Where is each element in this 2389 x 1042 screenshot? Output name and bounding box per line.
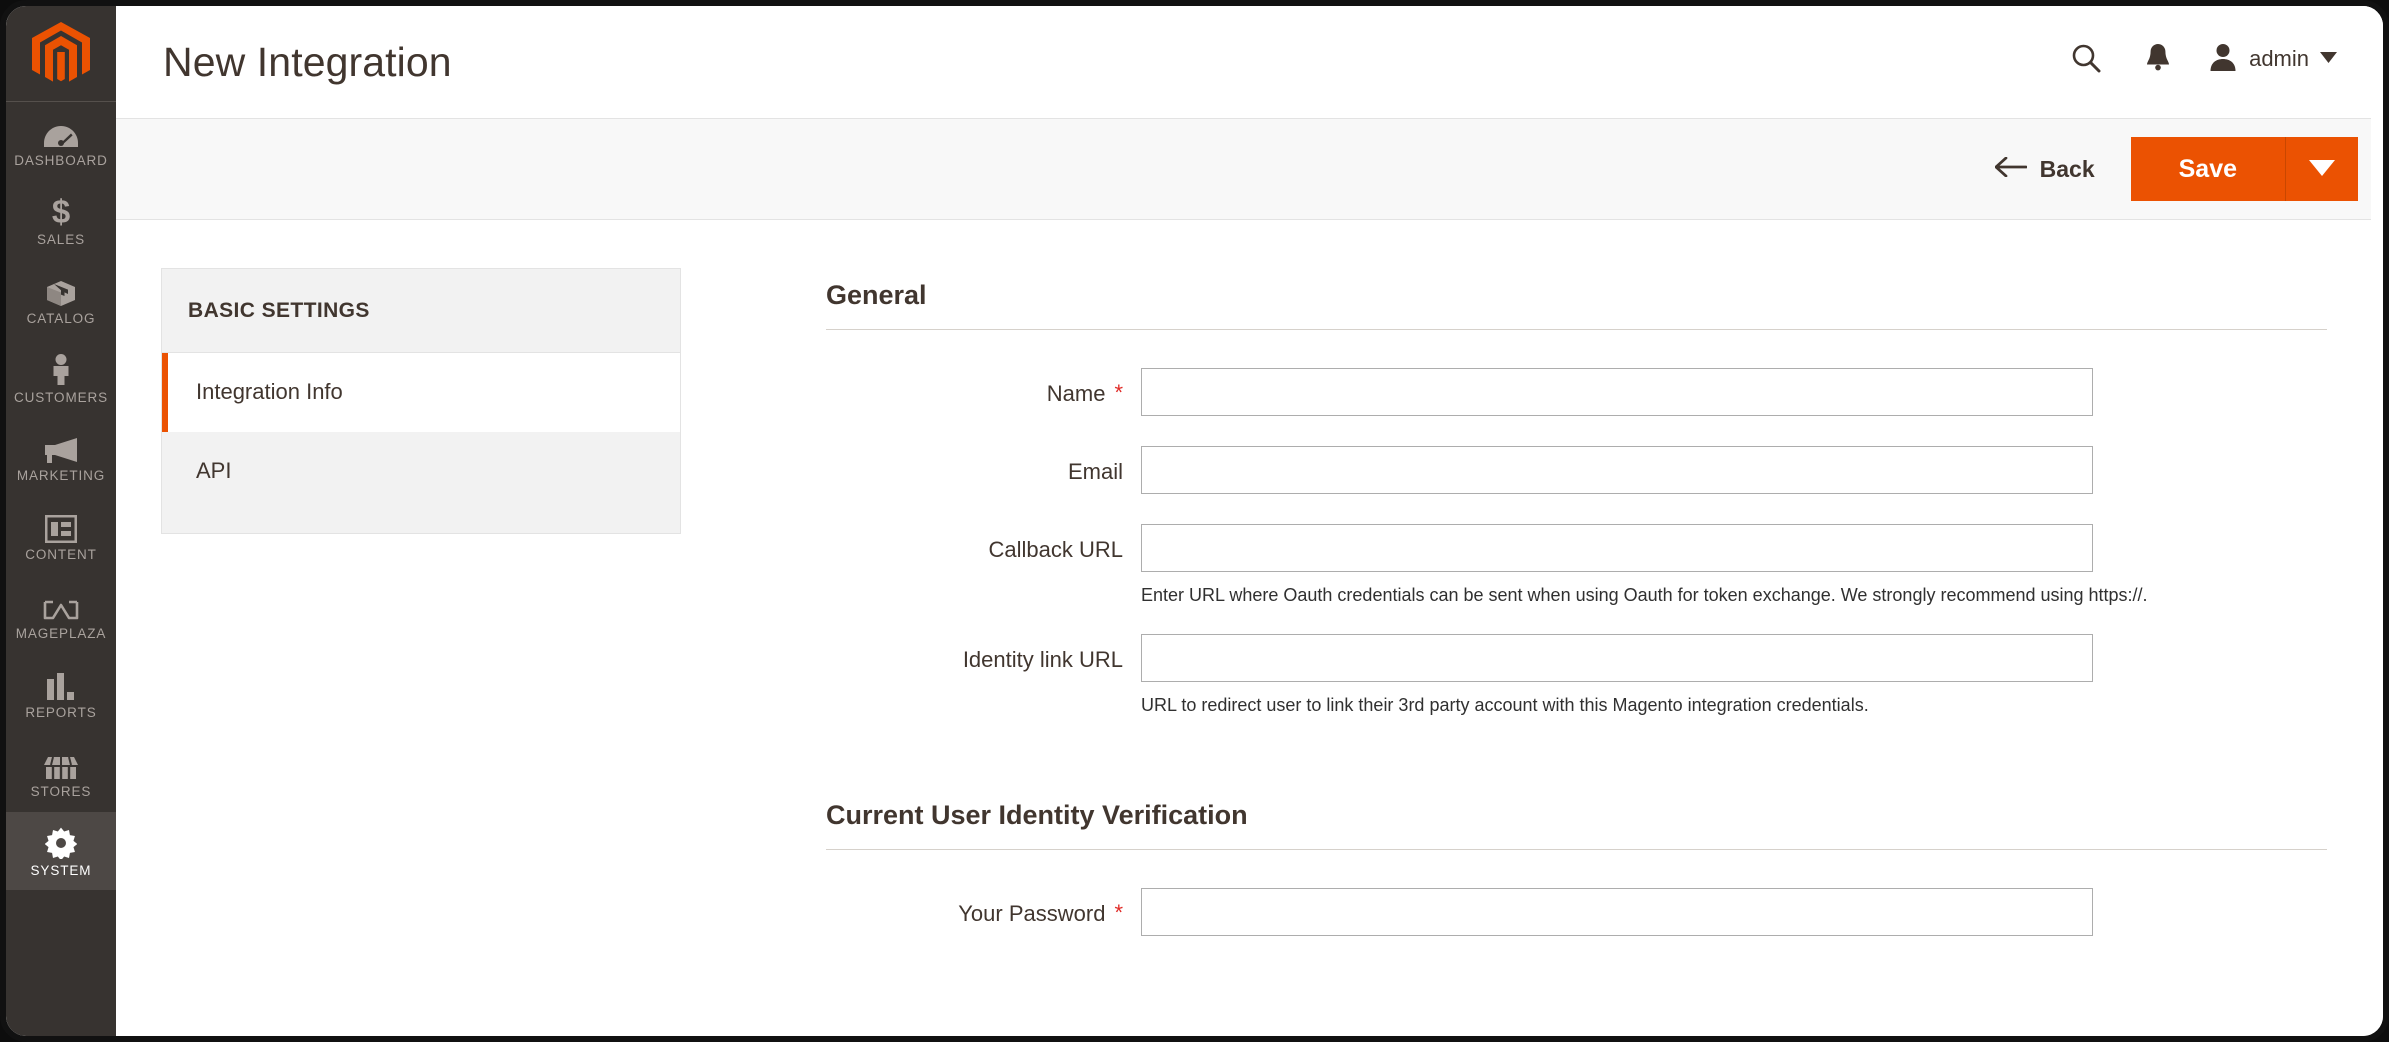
page-container: New Integration admin Back Save BASIC SE…: [116, 6, 2383, 1036]
dashboard-gauge-icon: [44, 115, 78, 149]
sidebar-item-label: CUSTOMERS: [13, 389, 109, 405]
field-label: Name: [1046, 381, 1106, 406]
sidebar-item-label: MARKETING: [16, 468, 106, 484]
field-label-cell: Callback URL: [826, 524, 1141, 563]
search-icon: [2071, 43, 2101, 76]
svg-text:$: $: [52, 194, 70, 228]
integration-form: General Name * Email Callback URL Enter …: [826, 268, 2327, 966]
arrow-left-icon: [1994, 156, 2028, 183]
identity-link-url-input[interactable]: [1141, 634, 2093, 683]
tab-api[interactable]: API: [162, 432, 680, 511]
back-button-label: Back: [2039, 155, 2095, 182]
admin-account-name: admin: [2249, 46, 2309, 71]
field-row-identity-link-url: Identity link URL URL to redirect user t…: [826, 634, 2327, 717]
chevron-down-icon: [2320, 50, 2337, 68]
your-password-input[interactable]: [1141, 887, 2093, 936]
field-label: Identity link URL: [962, 647, 1123, 673]
page-header: New Integration admin: [116, 6, 2383, 118]
sidebar-item-label: MAGEPLAZA: [15, 626, 107, 642]
sidebar-item-mageplaza[interactable]: MAGEPLAZA: [6, 575, 116, 654]
sidebar-item-label: CATALOG: [26, 310, 96, 326]
field-control: URL to redirect user to link their 3rd p…: [1141, 634, 2093, 717]
tabs-heading: BASIC SETTINGS: [161, 268, 681, 352]
person-icon: [49, 352, 73, 386]
field-label-cell: Your Password *: [826, 888, 1141, 927]
field-row-name: Name *: [826, 368, 2327, 416]
sidebar-item-dashboard[interactable]: DASHBOARD: [6, 102, 116, 181]
gear-icon: [45, 825, 77, 859]
user-avatar-icon: [2208, 42, 2238, 77]
field-label-cell: Name *: [826, 368, 1141, 407]
field-label-cell: Email: [826, 446, 1141, 485]
content-body: BASIC SETTINGS Integration Info API Gene…: [116, 220, 2383, 966]
field-row-email: Email: [826, 446, 2327, 494]
sidebar-item-content[interactable]: CONTENT: [6, 496, 116, 575]
sidebar-item-catalog[interactable]: CATALOG: [6, 260, 116, 339]
page-title: New Integration: [163, 38, 452, 85]
caret-down-icon: [2309, 159, 2335, 179]
notifications-button[interactable]: [2122, 39, 2194, 79]
megaphone-icon: [43, 430, 79, 464]
fieldset-general: General Name * Email Callback URL Enter …: [826, 280, 2327, 718]
field-label: Callback URL: [988, 537, 1124, 562]
dollar-sign-icon: $: [48, 194, 74, 228]
sidebar-item-label: REPORTS: [25, 704, 97, 720]
name-input[interactable]: [1141, 368, 2093, 416]
fieldset-identity-verification: Current User Identity Verification Your …: [826, 800, 2327, 936]
field-row-your-password: Your Password *: [826, 887, 2327, 936]
sidebar-item-marketing[interactable]: MARKETING: [6, 417, 116, 496]
field-control: Enter URL where Oauth credentials can be…: [1141, 524, 2148, 607]
sidebar-item-label: STORES: [30, 783, 92, 799]
page-actions-toolbar: Back Save: [116, 118, 2371, 220]
email-input[interactable]: [1141, 446, 2093, 494]
header-actions: admin: [2050, 39, 2341, 79]
required-asterisk: *: [1114, 899, 1123, 925]
sidebar-item-reports[interactable]: REPORTS: [6, 654, 116, 733]
magento-logo[interactable]: [6, 6, 116, 102]
fieldset-title: General: [826, 280, 2327, 330]
field-row-callback-url: Callback URL Enter URL where Oauth crede…: [826, 524, 2327, 607]
sidebar-item-label: CONTENT: [25, 547, 97, 563]
field-control: [1141, 887, 2093, 936]
callback-url-input[interactable]: [1141, 524, 2093, 572]
sidebar-item-stores[interactable]: STORES: [6, 733, 116, 812]
save-button[interactable]: Save: [2130, 137, 2286, 201]
fieldset-title: Current User Identity Verification: [826, 800, 2327, 850]
search-button[interactable]: [2050, 39, 2122, 79]
field-control: [1141, 446, 2093, 494]
storefront-icon: [43, 746, 79, 780]
field-label-cell: Identity link URL: [826, 634, 1141, 673]
field-label: Email: [1067, 459, 1123, 484]
tab-integration-info[interactable]: Integration Info: [162, 353, 680, 432]
sidebar-item-system[interactable]: SYSTEM: [6, 811, 116, 891]
sidebar-item-label: DASHBOARD: [14, 153, 108, 168]
sidebar-item-label: SYSTEM: [30, 862, 92, 878]
sidebar-item-label: SALES: [36, 231, 86, 247]
sidebar-item-sales[interactable]: $ SALES: [6, 181, 116, 260]
magento-logo-icon: [32, 21, 90, 86]
back-button[interactable]: Back: [1994, 155, 2095, 183]
bell-icon: [2145, 43, 2171, 76]
admin-account-menu[interactable]: admin: [2208, 42, 2341, 77]
admin-sidebar: DASHBOARD $ SALES CATALOG CUSTOMERS MARK…: [6, 6, 116, 1036]
box-package-icon: [44, 273, 78, 307]
bar-chart-icon: [46, 667, 76, 701]
sidebar-item-customers[interactable]: CUSTOMERS: [6, 339, 116, 418]
settings-tabs-panel: BASIC SETTINGS Integration Info API: [161, 268, 681, 966]
tab-label: Integration Info: [196, 379, 343, 404]
save-dropdown-toggle[interactable]: [2286, 137, 2358, 201]
field-control: [1141, 368, 2093, 416]
save-button-group: Save: [2130, 137, 2358, 201]
mageplaza-icon: [43, 588, 79, 622]
field-label: Your Password: [958, 900, 1106, 926]
required-asterisk: *: [1114, 380, 1123, 405]
tab-label: API: [196, 458, 232, 483]
tabs-list: Integration Info API: [161, 352, 681, 534]
layout-panels-icon: [45, 509, 77, 544]
browser-window: DASHBOARD $ SALES CATALOG CUSTOMERS MARK…: [0, 0, 2389, 1042]
field-note: URL to redirect user to link their 3rd p…: [1141, 695, 1869, 716]
field-note: Enter URL where Oauth credentials can be…: [1141, 585, 2148, 605]
